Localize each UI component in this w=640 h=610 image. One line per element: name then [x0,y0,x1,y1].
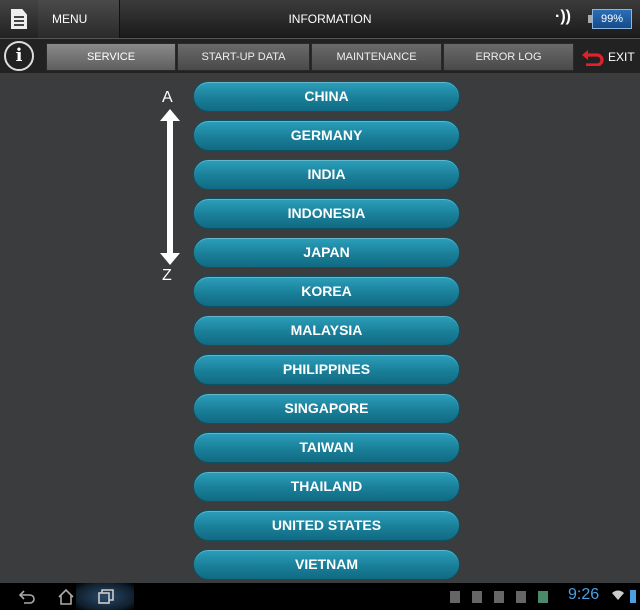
wifi-icon [612,590,624,600]
menu-button[interactable]: MENU [38,0,120,38]
system-clock: 9:26 [568,586,600,603]
usb-debug-icon [450,591,460,603]
country-button-philippines[interactable]: PHILIPPINES [193,354,460,385]
home-icon[interactable] [56,587,76,607]
country-button-united-states[interactable]: UNITED STATES [193,510,460,541]
country-button-malaysia[interactable]: MALAYSIA [193,315,460,346]
country-button-china[interactable]: CHINA [193,81,460,112]
tab-error-log[interactable]: ERROR LOG [443,43,574,71]
info-icon[interactable]: i [4,41,34,71]
top-bar: MENU INFORMATION ·)) 99% [0,0,640,39]
tab-maintenance[interactable]: MAINTENANCE [311,43,442,71]
country-button-germany[interactable]: GERMANY [193,120,460,151]
country-list-panel: A Z CHINA GERMANY INDIA INDONESIA JAPAN … [0,73,640,583]
document-icon [11,9,27,29]
country-button-taiwan[interactable]: TAIWAN [193,432,460,463]
exit-label: EXIT [608,50,635,64]
country-button-korea[interactable]: KOREA [193,276,460,307]
tab-bar: i SERVICE START-UP DATA MAINTENANCE ERRO… [0,39,640,73]
system-bar: 9:26 [0,583,640,610]
back-icon[interactable] [18,587,38,607]
status-icons [450,588,548,606]
sort-end-label: Z [162,267,172,284]
document-button[interactable] [0,0,39,38]
country-button-indonesia[interactable]: INDONESIA [193,198,460,229]
picture-icon [516,591,526,603]
usb-icon [472,591,482,603]
recent-apps-icon[interactable] [96,587,116,607]
country-button-japan[interactable]: JAPAN [193,237,460,268]
tab-service[interactable]: SERVICE [46,43,176,71]
tab-start-up-data[interactable]: START-UP DATA [177,43,310,71]
country-button-thailand[interactable]: THAILAND [193,471,460,502]
app-notification-icon [538,591,548,603]
back-arrow-icon [582,50,604,66]
battery-indicator: 99% [588,9,632,29]
page-title: INFORMATION [288,12,372,26]
system-battery-icon [630,590,636,603]
signal-icon: ·)) [555,8,571,25]
exit-button[interactable]: EXIT [574,43,640,71]
sort-start-label: A [162,89,173,106]
country-button-india[interactable]: INDIA [193,159,460,190]
sd-card-icon [494,591,504,603]
sort-arrow-icon [160,109,180,265]
country-button-vietnam[interactable]: VIETNAM [193,549,460,580]
country-button-singapore[interactable]: SINGAPORE [193,393,460,424]
